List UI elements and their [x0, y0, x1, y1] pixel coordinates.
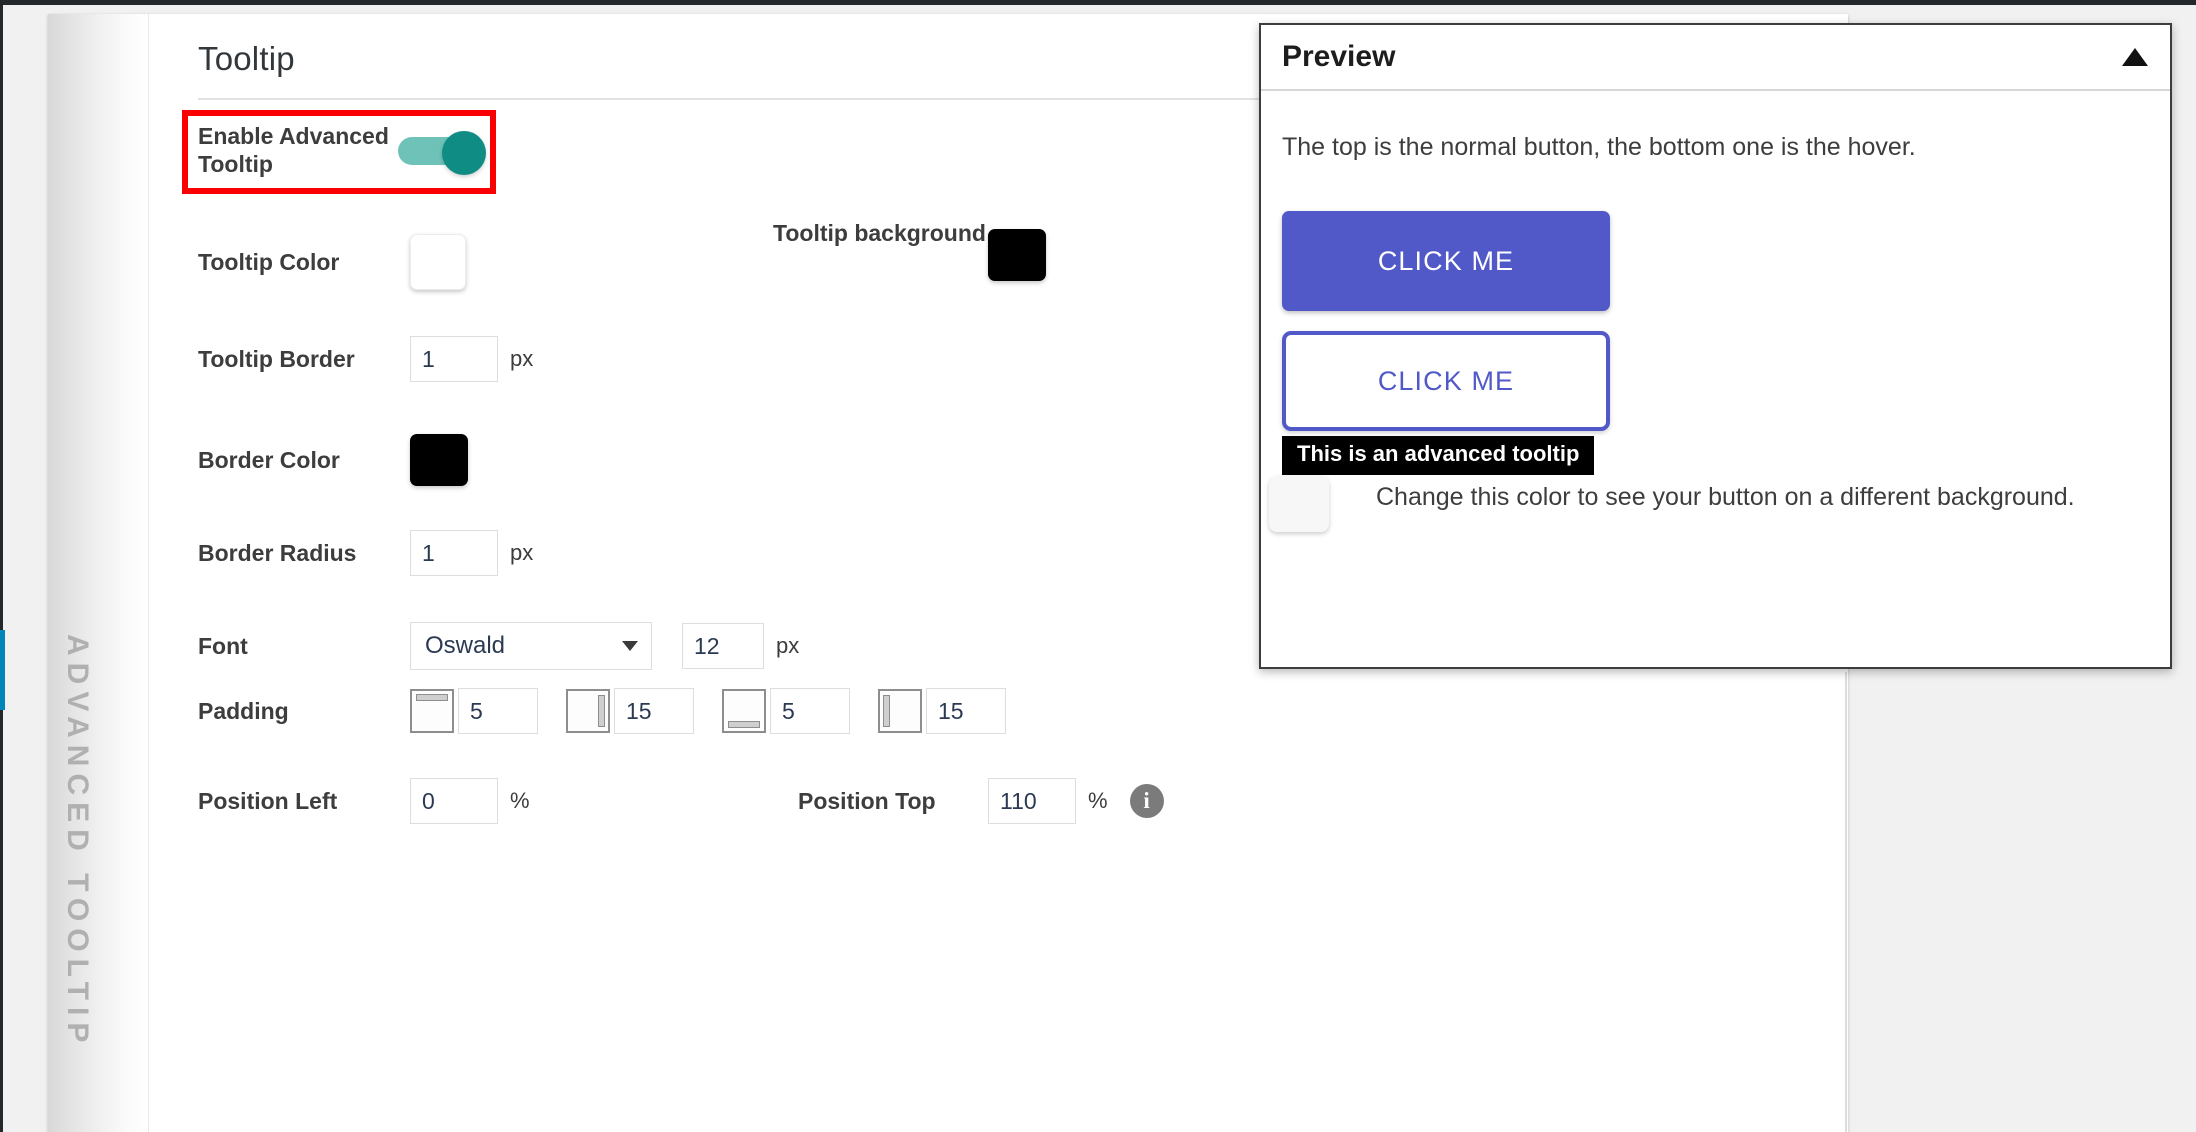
border-radius-row: Border Radius 1 px: [198, 530, 533, 576]
page-gutter-divider: [1845, 672, 1847, 1132]
page-root: ADVANCED TOOLTIP Tooltip Enable Advanced…: [0, 0, 2196, 1132]
triangle-up-icon[interactable]: [2122, 48, 2148, 66]
chevron-down-icon: [622, 641, 638, 651]
position-top-label: Position Top: [798, 788, 936, 814]
font-label: Font: [198, 633, 248, 659]
padding-top-icon[interactable]: [410, 689, 454, 733]
preview-panel-body: The top is the normal button, the bottom…: [1261, 91, 2170, 667]
info-icon[interactable]: i: [1129, 784, 1164, 818]
padding-row: Padding 5 15 5 15: [198, 688, 1006, 734]
tooltip-color-row: Tooltip Color: [198, 234, 466, 290]
tooltip-color-swatch[interactable]: [410, 234, 466, 290]
border-color-label: Border Color: [198, 447, 340, 473]
tooltip-border-input[interactable]: 1: [410, 336, 498, 382]
tooltip-background-row: Tooltip background: [773, 219, 1046, 281]
preview-background-note: Change this color to see your button on …: [1376, 483, 2075, 511]
position-left-unit: %: [510, 788, 530, 813]
padding-bottom-input[interactable]: 5: [770, 688, 850, 734]
admin-left-rail: [0, 5, 3, 1132]
admin-left-rail-active-accent: [0, 630, 5, 710]
padding-left-input[interactable]: 15: [926, 688, 1006, 734]
padding-bottom-group: 5: [722, 688, 850, 734]
border-radius-input[interactable]: 1: [410, 530, 498, 576]
enable-advanced-tooltip-row: Enable Advanced Tooltip: [198, 122, 488, 178]
position-left-input[interactable]: 0: [410, 778, 498, 824]
sidebar-vertical-label: ADVANCED TOOLTIP: [61, 634, 94, 1050]
font-row: Font Oswald 12 px: [198, 622, 799, 670]
padding-left-group: 15: [878, 688, 1006, 734]
position-top-input[interactable]: 110: [988, 778, 1076, 824]
font-family-select[interactable]: Oswald: [410, 622, 652, 670]
tooltip-background-label: Tooltip background: [773, 220, 986, 246]
padding-right-group: 15: [566, 688, 694, 734]
border-radius-unit: px: [510, 540, 534, 565]
preview-hover-button[interactable]: CLICK ME: [1282, 331, 1610, 431]
padding-bottom-icon[interactable]: [722, 689, 766, 733]
position-left-label: Position Left: [198, 788, 338, 814]
enable-advanced-tooltip-toggle[interactable]: [398, 131, 488, 175]
padding-top-group: 5: [410, 688, 538, 734]
toggle-knob: [442, 131, 486, 175]
padding-label: Padding: [198, 698, 289, 724]
admin-top-bar: [0, 0, 2196, 5]
tooltip-border-row: Tooltip Border 1 px: [198, 336, 533, 382]
card-inner-edge: [148, 14, 149, 1132]
preview-panel-header[interactable]: Preview: [1261, 25, 2170, 91]
tooltip-border-unit: px: [510, 346, 534, 371]
position-top-unit: %: [1088, 788, 1108, 813]
tooltip-background-swatch[interactable]: [988, 229, 1046, 281]
preview-panel: Preview The top is the normal button, th…: [1259, 23, 2172, 669]
tooltip-color-label: Tooltip Color: [198, 249, 340, 275]
tooltip-border-label: Tooltip Border: [198, 346, 355, 372]
preview-normal-button[interactable]: CLICK ME: [1282, 211, 1610, 311]
preview-background-color-swatch[interactable]: [1269, 476, 1329, 532]
border-radius-label: Border Radius: [198, 540, 357, 566]
preview-advanced-tooltip: This is an advanced tooltip: [1282, 436, 1595, 475]
font-size-input[interactable]: 12: [682, 623, 764, 669]
border-color-row: Border Color: [198, 434, 468, 486]
border-color-swatch[interactable]: [410, 434, 468, 486]
enable-advanced-tooltip-label: Enable Advanced Tooltip: [198, 123, 389, 177]
font-size-unit: px: [776, 633, 800, 658]
position-left-row: Position Left 0 %: [198, 778, 530, 824]
padding-right-input[interactable]: 15: [614, 688, 694, 734]
padding-left-icon[interactable]: [878, 689, 922, 733]
preview-note: The top is the normal button, the bottom…: [1282, 133, 1916, 161]
preview-panel-title: Preview: [1282, 40, 1396, 73]
padding-right-icon[interactable]: [566, 689, 610, 733]
padding-top-input[interactable]: 5: [458, 688, 538, 734]
font-family-value: Oswald: [410, 622, 652, 670]
position-top-row: Position Top 110 % i: [798, 778, 1164, 824]
